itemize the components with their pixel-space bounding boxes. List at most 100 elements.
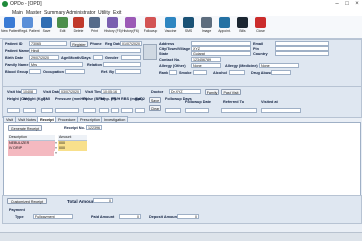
- blood-group-select[interactable]: [29, 69, 41, 74]
- customized-receipt-button[interactable]: Customized Receipt: [7, 198, 47, 204]
- bmi-field[interactable]: [41, 108, 53, 113]
- paid-amount-field[interactable]: 0: [119, 214, 141, 219]
- toolbar-button-sms[interactable]: SMS: [180, 17, 197, 37]
- toolbar: New Patient Regd. Patient Save Edit Delete Pr…: [0, 16, 362, 39]
- history-icon: [107, 17, 118, 28]
- allergy-medicine-field[interactable]: None: [259, 63, 299, 68]
- contact-field[interactable]: 123456789: [191, 57, 221, 62]
- country-label: Country: [253, 52, 268, 56]
- vitals-save-button[interactable]: Save: [149, 97, 161, 103]
- occupation-select[interactable]: [65, 69, 85, 74]
- drug-abuse-select[interactable]: [271, 70, 291, 75]
- referred-to-select[interactable]: [221, 108, 257, 113]
- minimize-button[interactable]: –: [332, 0, 342, 9]
- toolbar-button-label: SMS: [184, 29, 193, 33]
- blood-group-label: Blood Group: [5, 70, 29, 74]
- visit-no-field[interactable]: 10408: [21, 89, 37, 94]
- deposit-amount-label: Deposit Amount: [149, 215, 179, 219]
- table-row-amount[interactable]: [58, 151, 86, 156]
- rbs-field[interactable]: [121, 108, 133, 113]
- toolbar-button-history[interactable]: History (F5): [104, 17, 122, 37]
- toolbar-button-label: Regd. Patient: [19, 29, 40, 33]
- doctor-select[interactable]: Dr.XYZ: [169, 89, 201, 94]
- toolbar-button-bills[interactable]: Bills: [234, 17, 251, 37]
- smoke-select[interactable]: [193, 70, 207, 75]
- pulse-field[interactable]: [83, 108, 96, 113]
- toolbar-button-label: Image: [201, 29, 212, 33]
- relation-label: Relation: [87, 63, 102, 67]
- vaccine-icon: [165, 17, 176, 28]
- ref-by-field[interactable]: [115, 69, 141, 74]
- family-button[interactable]: Family: [205, 89, 219, 95]
- toolbar-button-followup[interactable]: Followup: [142, 17, 159, 37]
- relation-field[interactable]: [103, 62, 141, 67]
- toolbar-button-close[interactable]: Close: [252, 17, 269, 37]
- vitals-clear-button[interactable]: Clear: [149, 105, 161, 111]
- close-icon: [255, 17, 266, 28]
- email-label: Email: [253, 42, 264, 46]
- toolbar-button-label: History (F5): [104, 29, 122, 33]
- toolbar-button-delete[interactable]: Delete: [70, 17, 87, 37]
- country-field[interactable]: [275, 51, 329, 56]
- toolbar-button-registered-patient[interactable]: Regd. Patient: [19, 17, 40, 37]
- rank-label: Rank: [159, 71, 169, 75]
- toolbar-button-print[interactable]: Print: [86, 17, 103, 37]
- table-row-description[interactable]: [8, 151, 54, 156]
- weight-field[interactable]: [23, 108, 36, 113]
- toolbar-button-label: Save: [42, 29, 51, 33]
- temp-field[interactable]: [99, 108, 109, 113]
- age-field[interactable]: [93, 55, 103, 60]
- toolbar-button-appointment[interactable]: Appoint.: [216, 17, 233, 37]
- toolbar-button-save[interactable]: Save: [38, 17, 55, 37]
- toolbar-button-vaccine[interactable]: Vaccine: [162, 17, 179, 37]
- bmi-label: BMI: [43, 97, 50, 101]
- payment-type-select[interactable]: Fullpayment: [33, 214, 73, 219]
- visited-at-select[interactable]: [261, 108, 301, 113]
- family-name-field[interactable]: Mrs: [29, 62, 83, 67]
- window-close-button[interactable]: ×: [352, 0, 362, 9]
- maximize-button[interactable]: □: [342, 0, 352, 9]
- spo2-field[interactable]: [135, 108, 145, 113]
- rank-field[interactable]: [169, 70, 177, 75]
- followup-days-field[interactable]: [165, 108, 181, 113]
- birth-date-label: Birth Date: [5, 56, 24, 60]
- patient-id-field[interactable]: 73065: [29, 41, 67, 46]
- patient-photo[interactable]: [143, 44, 157, 60]
- rrh-field[interactable]: [111, 108, 119, 113]
- toolbar-button-label: Edit: [59, 29, 66, 33]
- reg-date-field[interactable]: 01/07/2020: [120, 41, 142, 46]
- past-visit-button[interactable]: Past Visit: [221, 89, 241, 95]
- toolbar-button-new-patient[interactable]: New Patient: [1, 17, 19, 37]
- alcohol-select[interactable]: [229, 70, 245, 75]
- generate-receipt-button[interactable]: Generate Receipt: [8, 125, 42, 131]
- toolbar-button-history-2[interactable]: History(F6): [122, 17, 139, 37]
- allergy-medicine-label: Allergy (Medicine): [225, 64, 258, 68]
- visit-section: Visit No 10408 Visit Date 03/07/2020 Vis…: [2, 86, 362, 118]
- state-field[interactable]: Gujarat: [191, 51, 251, 56]
- payment-label: Payment: [9, 208, 25, 212]
- total-amount-label: Total Amount: [67, 199, 97, 204]
- followup-date-field[interactable]: [185, 108, 209, 113]
- pin-label: Pin: [253, 47, 259, 51]
- toolbar-button-label: Appoint.: [218, 29, 231, 33]
- gender-select[interactable]: [121, 55, 141, 60]
- visit-time-field[interactable]: 10:05:16: [101, 89, 121, 94]
- deposit-amount-field[interactable]: 0: [177, 214, 199, 219]
- visit-date-field[interactable]: 03/07/2020: [59, 89, 81, 94]
- receipt-no-field[interactable]: 122396: [86, 125, 102, 130]
- total-amount-field[interactable]: 0: [93, 198, 113, 203]
- height-field[interactable]: [7, 108, 20, 113]
- birth-date-field[interactable]: 29/07/2020: [29, 55, 59, 60]
- pressure-field[interactable]: [55, 108, 79, 113]
- allergy-other-field[interactable]: None: [191, 63, 221, 68]
- phone-label: Phone: [90, 42, 102, 46]
- toolbar-button-edit[interactable]: Edit: [54, 17, 71, 37]
- patient-name-field[interactable]: Hindl: [29, 48, 141, 53]
- state-label: State: [159, 52, 169, 56]
- register-button[interactable]: Register: [70, 41, 88, 47]
- image-icon: [201, 17, 212, 28]
- new-patient-icon: [4, 17, 15, 28]
- toolbar-button-image[interactable]: Image: [198, 17, 215, 37]
- visit-date-label: Visit Date: [43, 90, 61, 94]
- rrh-label: RR/H: [111, 97, 121, 101]
